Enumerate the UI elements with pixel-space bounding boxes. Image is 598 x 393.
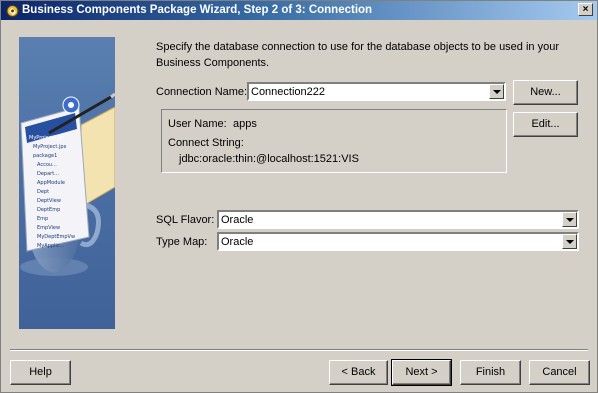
svg-text:DeptEmp: DeptEmp bbox=[37, 207, 60, 213]
connection-name-label-text: Connection Name: bbox=[156, 86, 248, 98]
wizard-app-icon bbox=[6, 5, 19, 17]
sql-flavor-label: SQL Flavor: bbox=[156, 214, 215, 226]
finish-button[interactable]: Finish bbox=[460, 360, 521, 385]
sql-flavor-select[interactable]: Oracle bbox=[217, 210, 579, 229]
user-name-value: apps bbox=[233, 118, 257, 130]
svg-text:Accou...: Accou... bbox=[37, 162, 57, 168]
svg-text:AppModule: AppModule bbox=[37, 180, 65, 186]
connect-string-label: Connect String: bbox=[168, 137, 244, 149]
footer-separator bbox=[10, 349, 588, 351]
type-map-value: Oracle bbox=[221, 236, 254, 248]
close-icon[interactable]: × bbox=[578, 3, 593, 16]
connection-name-label: Connection Name: bbox=[156, 86, 247, 98]
connect-string-value: jdbc:oracle:thin:@localhost:1521:VIS bbox=[179, 153, 359, 165]
svg-text:Dept: Dept bbox=[37, 189, 49, 195]
new-connection-button[interactable]: New... bbox=[513, 80, 578, 105]
connection-name-value: Connection222 bbox=[251, 86, 326, 98]
next-button[interactable]: Next > bbox=[391, 359, 452, 386]
sql-flavor-value: Oracle bbox=[221, 214, 254, 226]
svg-text:EmpView: EmpView bbox=[37, 225, 60, 231]
illustration-graphic: MyProject1.jpr MyProject.jpx package1 Ac… bbox=[20, 92, 115, 276]
wizard-side-illustration: MyProject1.jpr MyProject.jpx package1 Ac… bbox=[19, 37, 115, 329]
wizard-window: Business Components Package Wizard, Step… bbox=[0, 0, 598, 393]
help-button[interactable]: Help bbox=[10, 360, 71, 385]
type-map-label: Type Map: bbox=[156, 236, 208, 248]
chevron-down-icon[interactable] bbox=[562, 212, 577, 227]
back-button[interactable]: < Back bbox=[329, 360, 388, 385]
svg-text:DeptView: DeptView bbox=[37, 198, 61, 204]
svg-text:MyProject.jpx: MyProject.jpx bbox=[33, 144, 67, 150]
svg-text:Depart...: Depart... bbox=[37, 171, 59, 177]
cancel-button[interactable]: Cancel bbox=[529, 360, 590, 385]
edit-connection-button[interactable]: Edit... bbox=[513, 112, 578, 137]
window-title: Business Components Package Wizard, Step… bbox=[22, 4, 373, 16]
svg-text:MyProject1.jpr: MyProject1.jpr bbox=[29, 135, 66, 141]
title-bar: Business Components Package Wizard, Step… bbox=[1, 1, 597, 20]
type-map-select[interactable]: Oracle bbox=[217, 232, 579, 251]
svg-text:MyApplic...: MyApplic... bbox=[37, 243, 65, 249]
connection-info-panel: User Name: apps Connect String: jdbc:ora… bbox=[161, 109, 507, 173]
chevron-down-icon[interactable] bbox=[489, 84, 504, 99]
step-description: Specify the database connection to use f… bbox=[156, 41, 559, 69]
svg-text:MyDeptEmpVw: MyDeptEmpVw bbox=[37, 234, 75, 240]
connection-name-select[interactable]: Connection222 bbox=[247, 82, 506, 101]
user-name-label: User Name: bbox=[168, 118, 227, 130]
chevron-down-icon[interactable] bbox=[562, 234, 577, 249]
svg-text:Emp: Emp bbox=[37, 216, 48, 222]
svg-text:package1: package1 bbox=[33, 153, 57, 159]
